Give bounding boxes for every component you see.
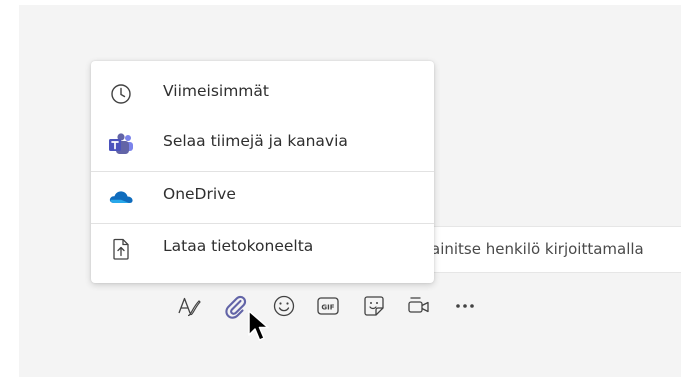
menu-item-label: OneDrive (163, 185, 236, 203)
menu-item-label: Lataa tietokoneelta (163, 237, 314, 255)
upload-file-icon (108, 237, 134, 261)
menu-item-label: Viimeisimmät (163, 82, 269, 100)
menu-item-onedrive[interactable]: OneDrive (91, 172, 434, 222)
teams-icon (108, 132, 134, 156)
more-options-icon[interactable] (452, 293, 478, 319)
menu-item-browse-teams[interactable]: Selaa tiimejä ja kanavia (91, 119, 434, 169)
compose-placeholder: ainitse henkilö kirjoittamalla (431, 240, 644, 258)
svg-text:GIF: GIF (321, 303, 334, 311)
menu-item-upload-from-computer[interactable]: Lataa tietokoneelta (91, 224, 434, 274)
menu-item-recent[interactable]: Viimeisimmät (91, 69, 434, 119)
menu-item-label: Selaa tiimejä ja kanavia (163, 132, 348, 150)
format-icon[interactable] (176, 293, 202, 319)
onedrive-cloud-icon (108, 185, 134, 209)
sticker-icon[interactable] (361, 293, 387, 319)
attach-menu: Viimeisimmät Selaa tiimejä ja kanavia On… (91, 61, 434, 283)
compose-box[interactable]: ainitse henkilö kirjoittamalla (400, 226, 681, 273)
clock-icon (108, 82, 134, 106)
mouse-pointer-icon (246, 309, 276, 345)
teams-chat-view: ainitse henkilö kirjoittamalla Viimeisim… (0, 0, 681, 378)
attach-icon[interactable] (222, 293, 248, 319)
gif-icon[interactable]: GIF (315, 293, 341, 319)
meet-now-icon[interactable] (406, 293, 432, 319)
